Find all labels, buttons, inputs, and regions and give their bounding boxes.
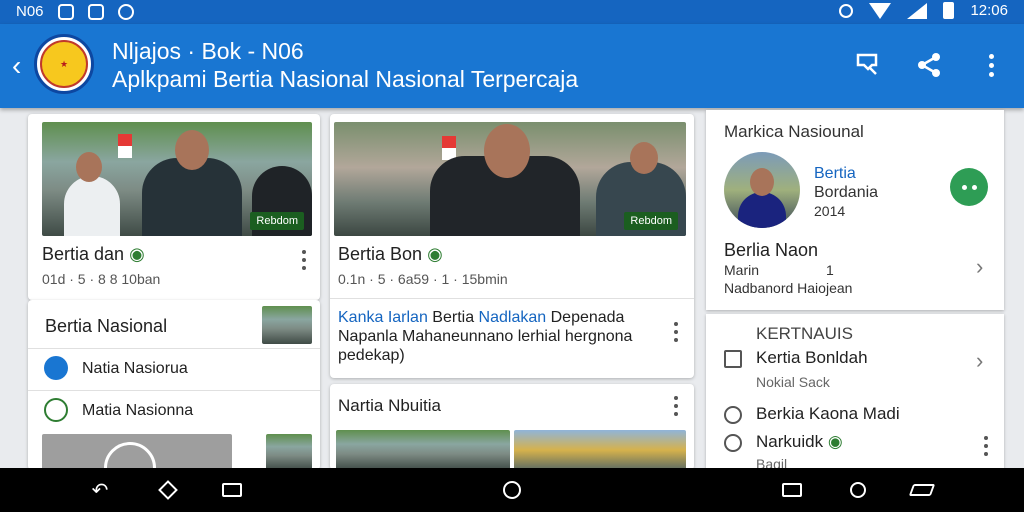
profile-avatar[interactable]	[724, 152, 800, 228]
clipboard-icon	[724, 350, 742, 368]
section-label: KERTNAUIS	[756, 324, 853, 343]
card-menu-icon[interactable]	[666, 394, 686, 418]
alarm-icon	[839, 3, 854, 18]
thumbnail-image	[262, 306, 312, 344]
news-photo	[336, 430, 510, 470]
bookmark-icon[interactable]	[852, 50, 882, 80]
alert-icon	[724, 434, 742, 452]
news-title: Nartia Nbuitia	[338, 396, 441, 415]
profile-name: Bertia	[814, 165, 856, 182]
gear-image	[42, 434, 232, 470]
featured-title[interactable]: Berlia Naon	[724, 240, 818, 261]
carrier-label: N06	[16, 3, 44, 20]
status-bar: N06 12:06	[0, 0, 1024, 24]
calendar-icon	[44, 356, 68, 380]
back-arrow-icon[interactable]: ‹	[12, 52, 21, 80]
recents-icon[interactable]	[780, 478, 804, 502]
list-item[interactable]: Natia Nasiorua	[82, 360, 188, 378]
diamond-icon[interactable]	[156, 478, 180, 502]
news-card-3[interactable]: Nartia Nbuitia	[330, 384, 694, 470]
story-text[interactable]: Kanka Iarlan Bertia Nadlakan Depenada Na…	[338, 308, 648, 365]
app-bar: ‹ ★ Nljajos · Bok - N06 Aplkpami Bertia …	[0, 24, 1024, 108]
featured-line2: Nadbanord Haiojean	[724, 280, 853, 296]
side-row[interactable]: Narkuidk ◉	[756, 432, 843, 452]
profile-line3: 2014	[814, 203, 846, 219]
photo-badge: Rebdom	[624, 212, 678, 230]
whatsapp-icon	[117, 3, 134, 20]
overflow-menu-icon[interactable]	[976, 50, 1006, 80]
wifi-icon	[869, 2, 892, 19]
thumbnail-image	[266, 434, 312, 470]
side-panel-top: Markica Nasiounal Bertia Bordania 2014 B…	[706, 110, 1004, 310]
news-card-1[interactable]: Rebdom Bertia dan ◉ 01d · 5 · 8 8 10ban	[28, 114, 320, 300]
side-row[interactable]: Berkia Kaona Madi	[756, 404, 900, 424]
keyboard-icon[interactable]	[908, 478, 936, 502]
battery-icon	[943, 2, 955, 19]
chevron-right-icon[interactable]: ›	[976, 254, 983, 280]
chat-button[interactable]	[950, 168, 988, 206]
category-list-card: BBertia Nasional Natia Nasiorua Matia Na…	[28, 300, 320, 470]
system-nav-bar: ↶	[0, 468, 1024, 512]
news-photo: Rebdom	[334, 122, 686, 236]
row-menu-icon[interactable]	[976, 434, 996, 458]
clock-time: 12:06	[970, 2, 1008, 19]
signal-icon	[907, 2, 928, 19]
card-menu-icon[interactable]	[294, 248, 314, 272]
news-photo: Rebdom	[42, 122, 312, 236]
clock-icon	[724, 406, 742, 424]
assistant-icon[interactable]	[846, 478, 870, 502]
side-row-sub: Nokial Sack	[756, 374, 830, 390]
recents-icon[interactable]	[220, 478, 244, 502]
news-title: Bertia dan ◉	[42, 244, 145, 264]
block-icon	[87, 3, 104, 20]
featured-line1: Marin	[724, 262, 760, 278]
chevron-right-icon[interactable]: ›	[976, 348, 983, 374]
profile-info: Bertia Bordania 2014	[814, 164, 878, 221]
side-row[interactable]: Kertia Bonldah	[756, 348, 868, 368]
sync-icon	[57, 3, 74, 20]
card-menu-icon[interactable]	[666, 320, 686, 344]
side-panel-bottom: KERTNAUIS Kertia Bonldah Nokial Sack › B…	[706, 314, 1004, 470]
news-title: Bertia Bon ◉	[338, 244, 443, 264]
badge-icon	[44, 398, 68, 422]
news-meta: 01d · 5 · 8 8 10ban	[42, 271, 161, 287]
profile-line2: Bordania	[814, 184, 879, 201]
app-subtitle: Aplkpami Bertia Nasional Nasional Terper…	[112, 66, 579, 92]
app-title: Nljajos · Bok - N06	[112, 38, 304, 64]
back-icon[interactable]: ↶	[88, 478, 112, 502]
photo-badge: Rebdom	[250, 212, 304, 230]
share-icon[interactable]	[914, 50, 944, 80]
list-title: BBertia Nasional	[42, 316, 168, 336]
news-meta: 0.1n · 5 · 6a59 · 1 · 15bmin	[338, 271, 508, 287]
list-item[interactable]: Matia Nasionna	[82, 402, 193, 420]
news-photo	[514, 430, 686, 470]
app-logo: ★	[34, 34, 94, 94]
featured-line1b: 1	[826, 262, 834, 278]
side-header: Markica Nasiounal	[724, 122, 864, 141]
news-card-2[interactable]: Rebdom Bertia Bon ◉ 0.1n · 5 · 6a59 · 1 …	[330, 114, 694, 378]
home-icon[interactable]	[500, 478, 524, 502]
